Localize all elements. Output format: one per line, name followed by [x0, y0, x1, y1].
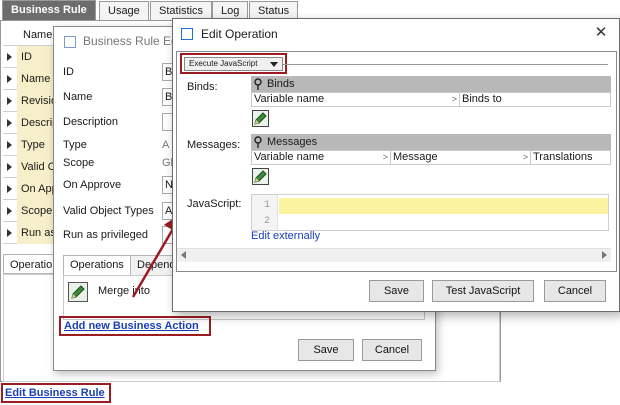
close-icon[interactable]: ✕: [593, 25, 609, 41]
line-number: 1: [264, 200, 271, 211]
pin-icon[interactable]: [254, 136, 262, 148]
row-label: ID: [17, 46, 57, 68]
highlight-box: [180, 53, 287, 74]
operation-item[interactable]: Merge into: [98, 285, 150, 297]
edit-messages-icon[interactable]: [252, 168, 269, 185]
table-row[interactable]: Name: [3, 68, 57, 90]
column-header-variable-name[interactable]: Variable name >: [251, 150, 391, 165]
label-description: Description: [63, 116, 119, 128]
table-row[interactable]: Valid O: [3, 156, 57, 178]
table-row[interactable]: Run as: [3, 222, 57, 244]
row-arrow-icon: [7, 75, 12, 83]
dialog-title: Edit Operation: [201, 27, 278, 41]
divider: [283, 64, 608, 65]
row-label: Run as: [17, 222, 57, 244]
row-arrow-icon: [7, 119, 12, 127]
column-resize-icon: >: [522, 152, 528, 162]
pin-icon[interactable]: [254, 78, 262, 90]
edit-pencil-icon[interactable]: [68, 282, 88, 302]
row-label: Name: [17, 68, 57, 90]
messages-grid-header: Messages: [251, 134, 611, 150]
table-header: Name: [3, 24, 55, 46]
dialog-title-bar: Edit Operation ✕: [173, 19, 619, 50]
tab-operations-background[interactable]: Operatio: [3, 254, 60, 274]
column-header-translations[interactable]: Translations: [530, 150, 611, 165]
scroll-right-icon[interactable]: [602, 251, 607, 259]
dialog-title: Business Rule Edi: [83, 34, 181, 48]
messages-grid-title: Messages: [267, 136, 318, 148]
column-resize-icon: >: [382, 152, 388, 162]
javascript-editor[interactable]: 1 2: [251, 194, 609, 231]
properties-table: Name ID Name Revisio Descrip Type Valid …: [3, 24, 57, 244]
row-arrow-icon: [7, 163, 12, 171]
window-icon: [64, 36, 76, 48]
row-label: Revisio: [17, 90, 57, 112]
tab-business-rule[interactable]: Business Rule: [2, 0, 96, 20]
table-row[interactable]: Revisio: [3, 90, 57, 112]
table-row[interactable]: On App: [3, 178, 57, 200]
row-label: Descrip: [17, 112, 57, 134]
scroll-left-icon[interactable]: [181, 251, 186, 259]
cancel-button[interactable]: Cancel: [544, 280, 606, 302]
column-header-label: Binds to: [462, 93, 502, 105]
table-row[interactable]: Scope: [3, 200, 57, 222]
binds-grid-title: Binds: [267, 78, 295, 90]
save-button[interactable]: Save: [369, 280, 424, 302]
window-icon: [181, 28, 193, 40]
tab-usage[interactable]: Usage: [99, 1, 149, 20]
binds-label: Binds:: [187, 81, 218, 93]
highlight-box: [1, 383, 111, 403]
line-number-gutter: 1 2: [252, 195, 278, 230]
save-button[interactable]: Save: [298, 339, 354, 361]
messages-label: Messages:: [187, 139, 241, 151]
tab-operations[interactable]: Operations: [63, 255, 131, 275]
row-label: Scope: [17, 200, 57, 222]
highlight-box: [59, 316, 211, 336]
column-header-label: Variable name: [254, 93, 325, 105]
column-header-message[interactable]: Message >: [390, 150, 531, 165]
label-scope: Scope: [63, 157, 95, 169]
label-type: Type: [63, 139, 87, 151]
row-arrow-icon: [7, 185, 12, 193]
column-header-binds-to[interactable]: Binds to: [459, 92, 611, 107]
edit-operation-dialog: Edit Operation ✕ Execute JavaScript Bind…: [172, 18, 620, 312]
table-row[interactable]: ID: [3, 46, 57, 68]
type-value: A: [162, 139, 170, 151]
test-javascript-button[interactable]: Test JavaScript: [432, 280, 534, 302]
label-name: Name: [63, 91, 93, 103]
table-row[interactable]: Type: [3, 134, 57, 156]
column-resize-icon: >: [451, 94, 457, 104]
row-arrow-icon: [7, 97, 12, 105]
javascript-label: JavaScript:: [187, 198, 242, 210]
active-code-line[interactable]: [279, 198, 608, 214]
edit-binds-icon[interactable]: [252, 110, 269, 127]
label-valid-object-types: Valid Object Types: [63, 205, 154, 217]
column-header-label: Message: [393, 151, 438, 163]
horizontal-scrollbar[interactable]: [177, 248, 611, 262]
label-run-as-privileged: Run as privileged: [63, 229, 148, 241]
column-header-label: Variable name: [254, 151, 325, 163]
binds-grid-header: Binds: [251, 76, 611, 92]
row-label: Valid O: [17, 156, 57, 178]
edit-externally-link[interactable]: Edit externally: [251, 230, 320, 242]
label-on-approve: On Approve: [63, 179, 122, 191]
row-label: Type: [17, 134, 57, 156]
row-arrow-icon: [7, 141, 12, 149]
row-arrow-icon: [7, 207, 12, 215]
row-label: On App: [17, 178, 57, 200]
column-header-label: Translations: [533, 151, 593, 163]
line-number: 2: [264, 216, 271, 227]
table-row[interactable]: Descrip: [3, 112, 57, 134]
row-arrow-icon: [7, 229, 12, 237]
main-tab-bar: Business Rule Usage Statistics Log Statu…: [0, 0, 620, 20]
column-header-variable-name[interactable]: Variable name >: [251, 92, 460, 107]
row-arrow-icon: [7, 53, 12, 61]
label-id: ID: [63, 66, 74, 78]
cancel-button[interactable]: Cancel: [362, 339, 422, 361]
